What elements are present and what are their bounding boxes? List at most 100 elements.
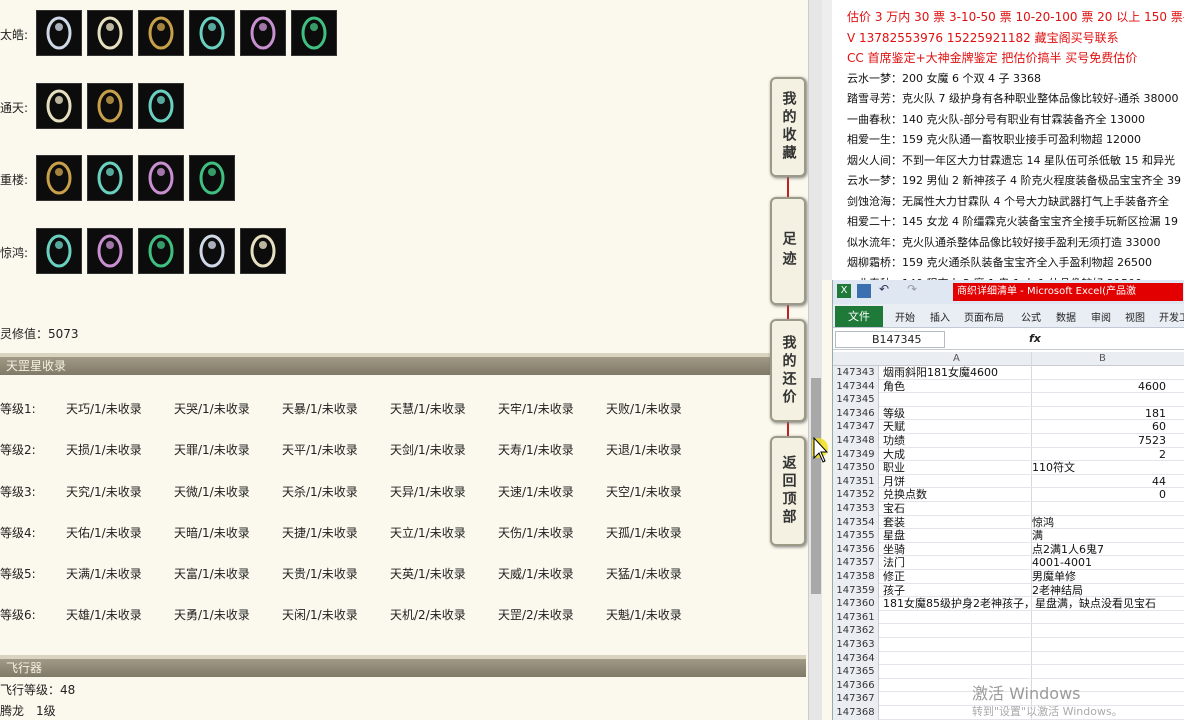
cell-b[interactable]: 0: [1032, 488, 1166, 501]
row-number[interactable]: 147359: [833, 583, 879, 598]
table-row[interactable]: 147365: [833, 665, 1184, 679]
cell-b[interactable]: 点2满1人6鬼7: [1032, 543, 1166, 556]
table-row[interactable]: 147343 烟雨斜阳181女魔4600: [833, 366, 1184, 380]
tab-review[interactable]: 审阅: [1091, 309, 1111, 324]
favorites-button[interactable]: 我的收藏: [770, 77, 806, 177]
row-number[interactable]: 147355: [833, 529, 879, 543]
cell-a[interactable]: 月饼: [883, 475, 905, 488]
necklace-icon[interactable]: [36, 83, 82, 129]
table-row[interactable]: 147351 月饼 44: [833, 474, 1184, 489]
cell-b[interactable]: 44: [1032, 475, 1166, 488]
table-row[interactable]: 147362: [833, 624, 1184, 638]
save-icon[interactable]: [857, 284, 871, 298]
table-row[interactable]: 147348 功绩 7523: [833, 434, 1184, 448]
helmet-icon[interactable]: [87, 228, 133, 274]
tab-data[interactable]: 数据: [1056, 309, 1076, 324]
cell-a[interactable]: 修正: [883, 570, 905, 583]
cell-a[interactable]: 宝石: [883, 502, 905, 515]
cell-b[interactable]: 60: [1032, 420, 1166, 433]
ring-icon[interactable]: [87, 83, 133, 129]
cell-a[interactable]: 孩子: [883, 584, 905, 597]
cell-a[interactable]: 功绩: [883, 434, 905, 447]
table-row[interactable]: 147354 套装 惊鸿: [833, 515, 1184, 530]
redo-icon[interactable]: ↷: [907, 282, 917, 296]
row-number[interactable]: 147361: [833, 610, 879, 625]
necklace-icon[interactable]: [138, 10, 184, 56]
cell-a[interactable]: 坐骑: [883, 543, 905, 556]
row-number[interactable]: 147348: [833, 434, 879, 448]
tab-insert[interactable]: 插入: [930, 309, 950, 324]
page-scrollbar[interactable]: [808, 0, 822, 720]
table-row[interactable]: 147353 宝石: [833, 502, 1184, 516]
tab-home[interactable]: 开始: [895, 309, 915, 324]
row-number[interactable]: 147362: [833, 624, 879, 638]
row-number[interactable]: 147358: [833, 570, 879, 584]
column-header-b[interactable]: B: [1099, 353, 1106, 364]
row-number[interactable]: 147346: [833, 406, 879, 421]
table-row[interactable]: 147352 兑换点数 0: [833, 488, 1184, 502]
table-row[interactable]: 147355 星盘 满: [833, 529, 1184, 543]
table-row[interactable]: 147357 法门 4001-4001: [833, 556, 1184, 570]
back-top-button[interactable]: 返回顶部: [770, 436, 806, 546]
cell-a[interactable]: 职业: [883, 461, 905, 474]
table-row[interactable]: 147364: [833, 651, 1184, 666]
document-scrollbar[interactable]: [822, 0, 832, 280]
column-header-a[interactable]: A: [953, 353, 960, 364]
cell-a[interactable]: 兑换点数: [883, 488, 927, 501]
tab-page-layout[interactable]: 页面布局: [964, 309, 1004, 324]
row-number[interactable]: 147363: [833, 638, 879, 652]
cell-a[interactable]: 星盘: [883, 529, 905, 542]
cell-b[interactable]: 2: [1032, 448, 1166, 461]
pendant-icon[interactable]: [240, 10, 286, 56]
row-number[interactable]: 147364: [833, 651, 879, 666]
row-number[interactable]: 147345: [833, 393, 879, 407]
table-row[interactable]: 147360 181女魔85级护身2老神孩子，星盘满，缺点没看见宝石: [833, 597, 1184, 611]
cell-b[interactable]: 惊鸿: [1032, 516, 1166, 529]
mask-icon[interactable]: [240, 228, 286, 274]
cell-a[interactable]: 法门: [883, 556, 905, 569]
tab-developer[interactable]: 开发工: [1159, 309, 1184, 324]
cell-b[interactable]: 满: [1032, 529, 1166, 542]
row-number[interactable]: 147350: [833, 461, 879, 475]
row-number[interactable]: 147367: [833, 692, 879, 706]
orb-icon[interactable]: [138, 83, 184, 129]
row-number[interactable]: 147356: [833, 542, 879, 557]
row-number[interactable]: 147351: [833, 474, 879, 489]
row-number[interactable]: 147347: [833, 420, 879, 434]
ring-icon[interactable]: [189, 228, 235, 274]
belt-icon[interactable]: [189, 155, 235, 201]
table-row[interactable]: 147347 天赋 60: [833, 420, 1184, 434]
fx-icon[interactable]: fx: [1029, 332, 1041, 345]
row-number[interactable]: 147368: [833, 706, 879, 720]
cell-b[interactable]: 110符文: [1032, 461, 1166, 474]
table-row[interactable]: 147350 职业 110符文: [833, 461, 1184, 475]
row-number[interactable]: 147349: [833, 447, 879, 462]
row-number[interactable]: 147343: [833, 366, 879, 380]
robe-icon[interactable]: [87, 10, 133, 56]
cell-b[interactable]: 男魔单修: [1032, 570, 1166, 583]
row-number[interactable]: 147366: [833, 678, 879, 693]
row-number[interactable]: 147353: [833, 502, 879, 516]
row-number[interactable]: 147352: [833, 488, 879, 502]
tab-view[interactable]: 视图: [1125, 309, 1145, 324]
ring-icon[interactable]: [291, 10, 337, 56]
row-number[interactable]: 147354: [833, 515, 879, 530]
scrollbar-thumb[interactable]: [811, 378, 821, 594]
tab-file[interactable]: 文件: [835, 306, 883, 327]
amulet-icon[interactable]: [36, 155, 82, 201]
tab-formulas[interactable]: 公式: [1021, 309, 1041, 324]
row-number[interactable]: 147365: [833, 665, 879, 679]
row-number[interactable]: 147357: [833, 556, 879, 570]
table-row[interactable]: 147346 等级 181: [833, 406, 1184, 421]
cell-b[interactable]: 181: [1032, 407, 1166, 420]
footprints-button[interactable]: 足迹: [770, 197, 806, 305]
armor-icon[interactable]: [36, 228, 82, 274]
row-number[interactable]: 147360: [833, 597, 879, 611]
headdress-icon[interactable]: [36, 10, 82, 56]
undo-icon[interactable]: ↶: [879, 282, 889, 296]
table-row[interactable]: 147349 大成 2: [833, 447, 1184, 462]
table-row[interactable]: 147356 坐骑 点2满1人6鬼7: [833, 542, 1184, 557]
pendant-icon[interactable]: [138, 155, 184, 201]
cell-a[interactable]: 181女魔85级护身2老神孩子，星盘满，缺点没看见宝石: [883, 597, 1156, 610]
name-box[interactable]: B147345: [835, 331, 945, 348]
